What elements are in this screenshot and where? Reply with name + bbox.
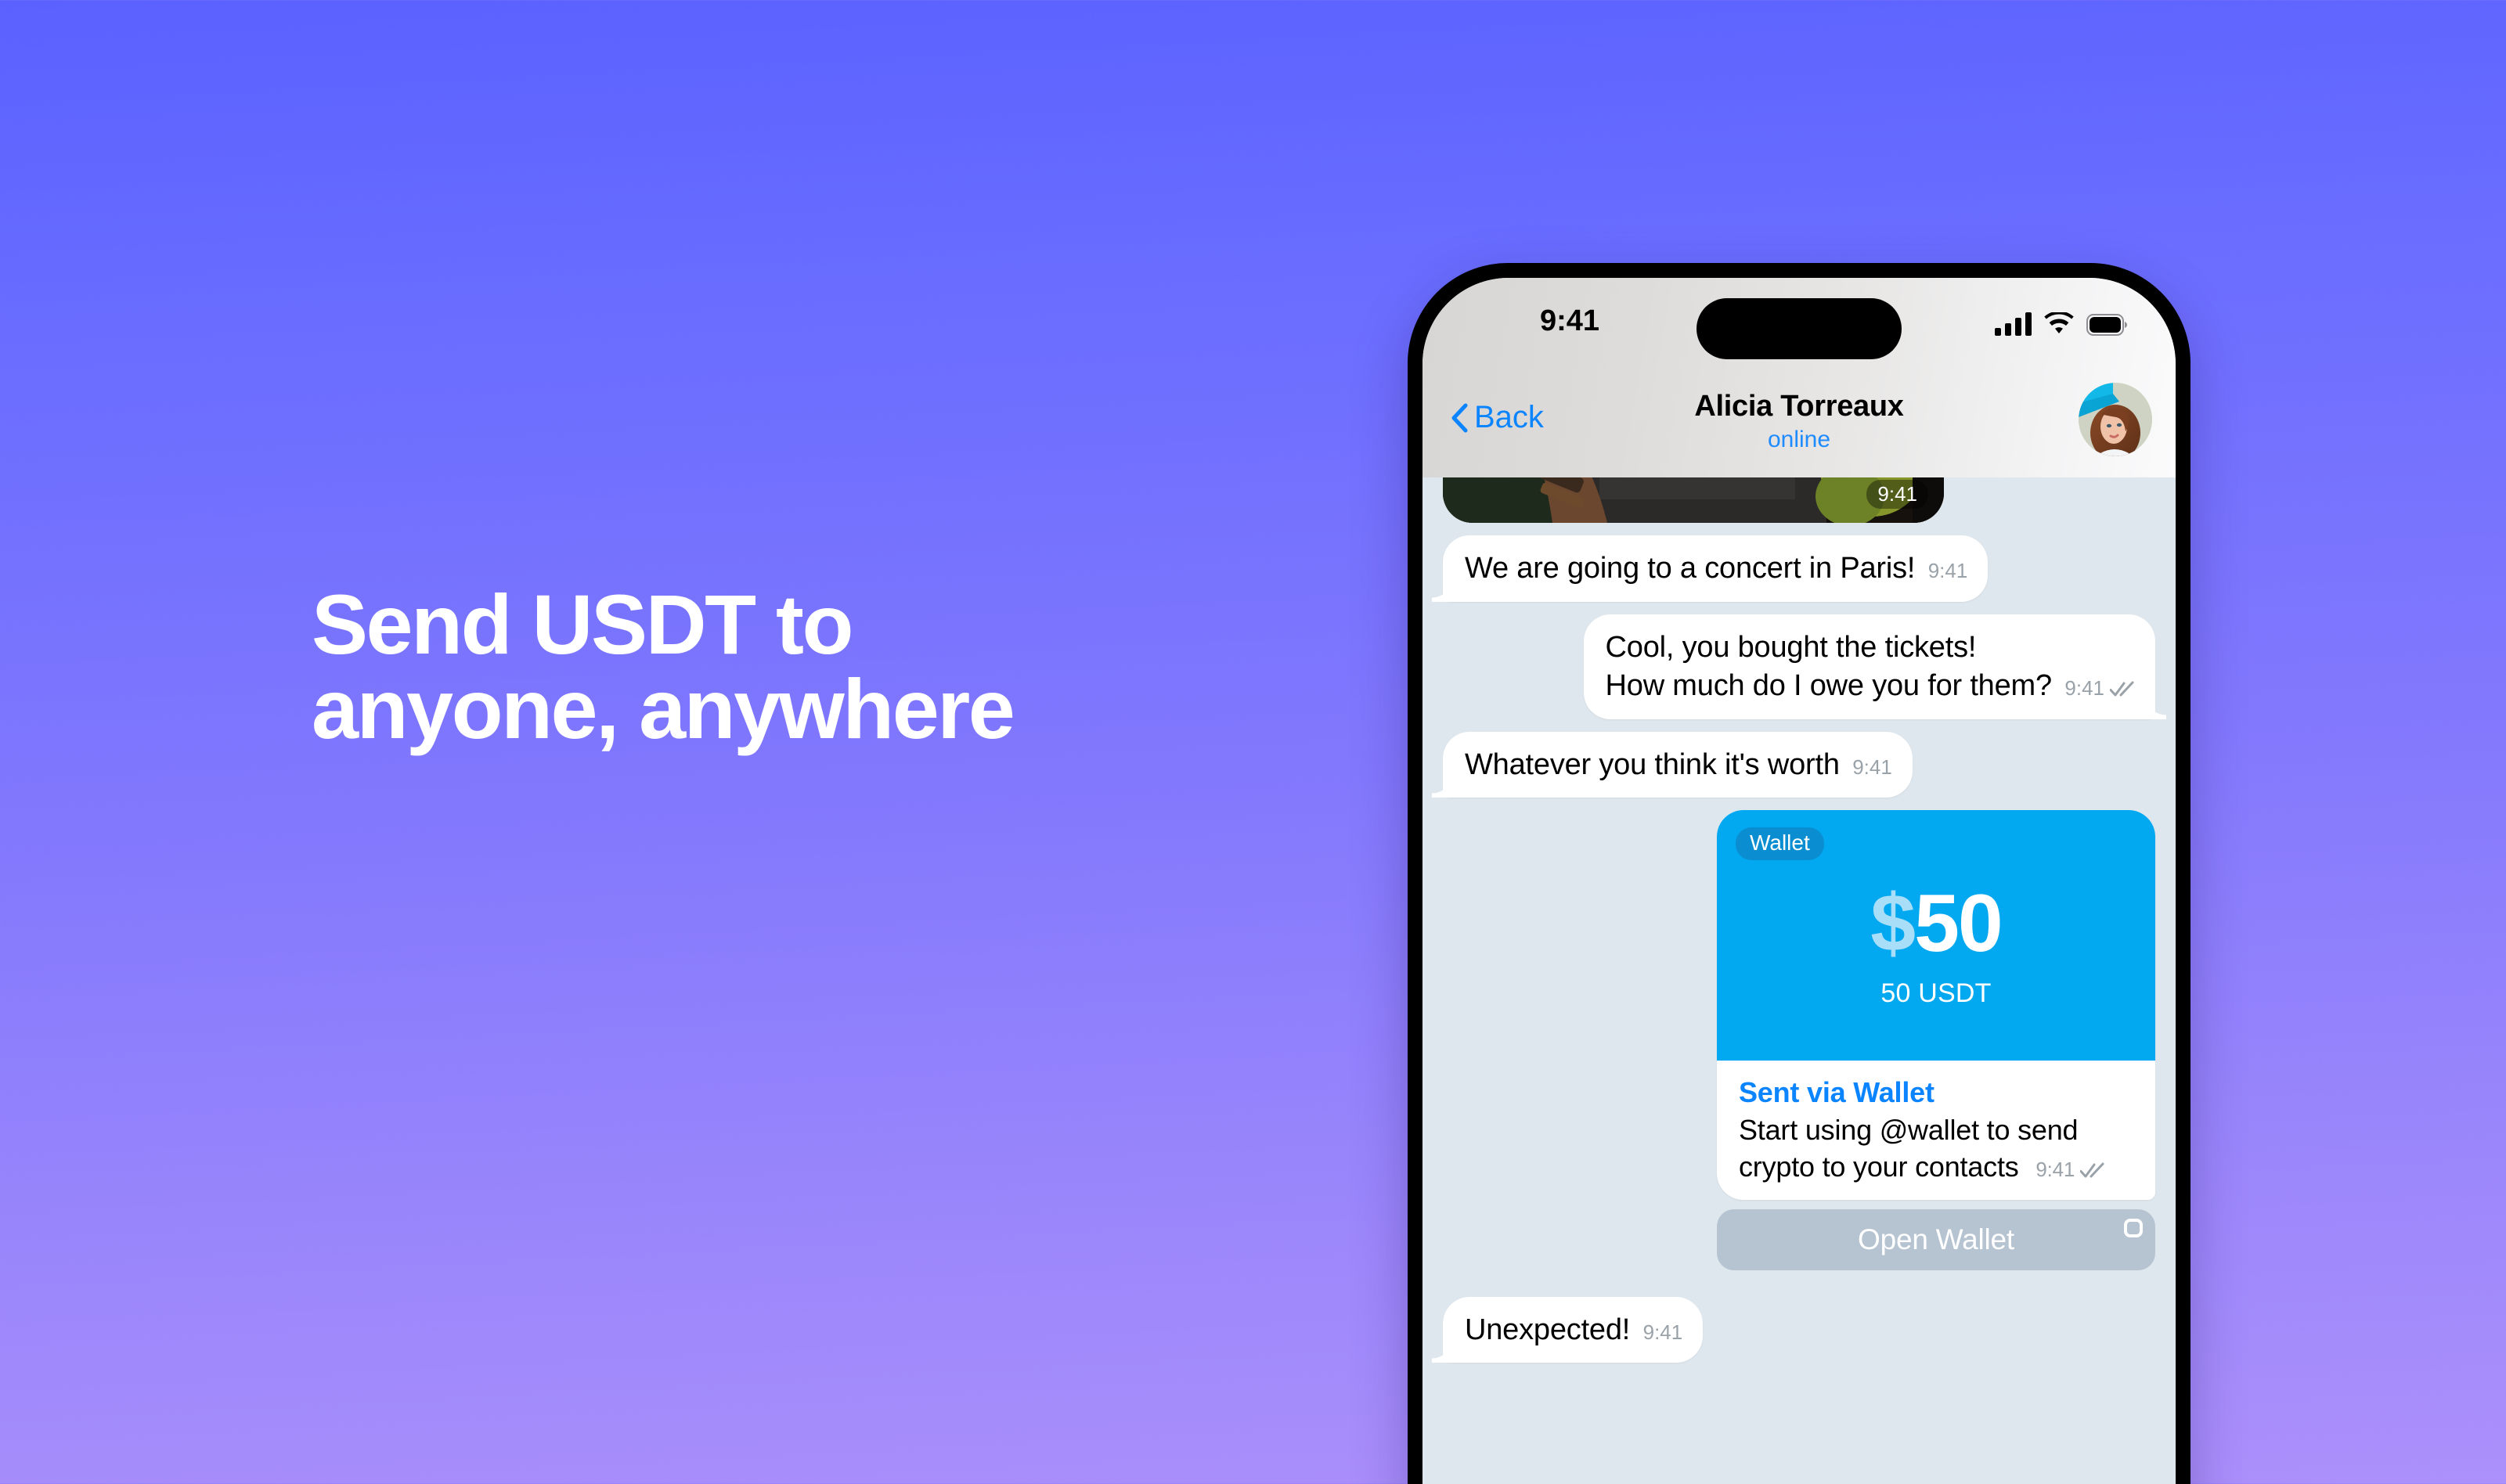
wallet-amount-value: 50 bbox=[1914, 877, 2003, 969]
message-bubble-outgoing[interactable]: Cool, you bought the tickets! How much d… bbox=[1583, 614, 2155, 719]
wallet-info-body: Start using @wallet to send crypto to yo… bbox=[1739, 1112, 2135, 1186]
avatar[interactable] bbox=[2079, 383, 2152, 456]
status-bar-indicators bbox=[1995, 308, 2127, 336]
message-row: Cool, you bought the tickets! How much d… bbox=[1443, 614, 2155, 719]
status-bar: 9:41 bbox=[1422, 278, 2176, 362]
message-row-photo: 9:41 bbox=[1443, 429, 2155, 523]
message-timestamp: 9:41 bbox=[1927, 559, 1968, 582]
message-meta: 9:41 bbox=[1928, 559, 1968, 583]
wallet-message-stack: Wallet $50 50 USDT Sent via Wallet Start… bbox=[1717, 810, 2155, 1284]
message-meta: 9:41 bbox=[2035, 1157, 2105, 1183]
message-text: Unexpected! bbox=[1465, 1313, 1631, 1346]
wallet-amount-card: Wallet $50 50 USDT bbox=[1717, 810, 2155, 1061]
promo-block: Send USDT to anyone, anywhere bbox=[312, 582, 1345, 751]
cellular-bars-icon bbox=[1995, 312, 2032, 336]
message-list[interactable]: 9:41 We are going to a concert in Paris!… bbox=[1422, 429, 2176, 1484]
wallet-currency-symbol: $ bbox=[1870, 877, 1916, 969]
message-bubble-incoming[interactable]: Whatever you think it's worth 9:41 bbox=[1443, 731, 1913, 798]
open-wallet-button-label: Open Wallet bbox=[1857, 1223, 2015, 1255]
message-row-wallet: Wallet $50 50 USDT Sent via Wallet Start… bbox=[1443, 810, 2155, 1284]
chat-contact-status: online bbox=[1767, 426, 1831, 452]
message-text-line2: How much do I owe you for them? bbox=[1605, 669, 2053, 703]
message-text: Whatever you think it's worth bbox=[1465, 747, 1840, 781]
message-bubble-incoming[interactable]: Unexpected! 9:41 bbox=[1443, 1296, 1704, 1363]
message-meta: 9:41 bbox=[1643, 1320, 1683, 1345]
top-panel: 9:41 Back Alicia Torreaux online bbox=[1422, 278, 2176, 477]
chat-title-block[interactable]: Alicia Torreaux online bbox=[1422, 389, 2176, 454]
message-meta: 9:41 bbox=[1852, 755, 1892, 780]
wallet-amount-sub: 50 USDT bbox=[1880, 978, 1992, 1008]
avatar-image bbox=[2079, 383, 2152, 456]
chat-contact-name: Alicia Torreaux bbox=[1694, 390, 1904, 423]
wallet-message-bubble[interactable]: Wallet $50 50 USDT Sent via Wallet Start… bbox=[1717, 810, 2155, 1200]
wallet-info-title: Sent via Wallet bbox=[1739, 1076, 1934, 1109]
page-title: Send USDT to anyone, anywhere bbox=[312, 577, 1015, 756]
message-row: Unexpected! 9:41 bbox=[1443, 1296, 2155, 1363]
wallet-badge: Wallet bbox=[1736, 827, 1824, 861]
message-timestamp: 9:41 bbox=[2064, 676, 2104, 701]
phone-mockup: 9:41 Back Alicia Torreaux online 9:41 We… bbox=[1408, 263, 2190, 1484]
wallet-info: Sent via Wallet Start using @wallet to s… bbox=[1717, 1061, 2155, 1200]
message-timestamp: 9:41 bbox=[2035, 1158, 2075, 1182]
status-bar-time: 9:41 bbox=[1540, 304, 1600, 337]
read-receipt-double-check-icon bbox=[2110, 681, 2134, 697]
message-text-line1: Cool, you bought the tickets! bbox=[1605, 630, 1977, 664]
mini-app-icon bbox=[2124, 1218, 2143, 1237]
chat-nav-bar: Back Alicia Torreaux online bbox=[1422, 362, 2176, 477]
dynamic-island bbox=[1697, 298, 1902, 359]
message-bubble-incoming[interactable]: We are going to a concert in Paris! 9:41 bbox=[1443, 535, 1989, 602]
message-text: We are going to a concert in Paris! bbox=[1465, 552, 1916, 585]
open-wallet-button[interactable]: Open Wallet bbox=[1717, 1208, 2155, 1270]
photo-message-timestamp: 9:41 bbox=[1866, 480, 1928, 509]
read-receipt-double-check-icon bbox=[2080, 1162, 2104, 1178]
message-timestamp: 9:41 bbox=[1852, 755, 1892, 779]
wallet-info-body-text: Start using @wallet to send crypto to yo… bbox=[1739, 1114, 2079, 1183]
wifi-icon bbox=[2044, 312, 2074, 334]
message-row: We are going to a concert in Paris! 9:41 bbox=[1443, 535, 2155, 602]
message-meta: 9:41 bbox=[2064, 676, 2135, 701]
message-row: Whatever you think it's worth 9:41 bbox=[1443, 731, 2155, 798]
battery-icon bbox=[2086, 314, 2127, 336]
phone-screen: 9:41 Back Alicia Torreaux online 9:41 We… bbox=[1422, 278, 2176, 1484]
wallet-amount: $50 bbox=[1870, 883, 2003, 964]
message-timestamp: 9:41 bbox=[1642, 1320, 1683, 1344]
